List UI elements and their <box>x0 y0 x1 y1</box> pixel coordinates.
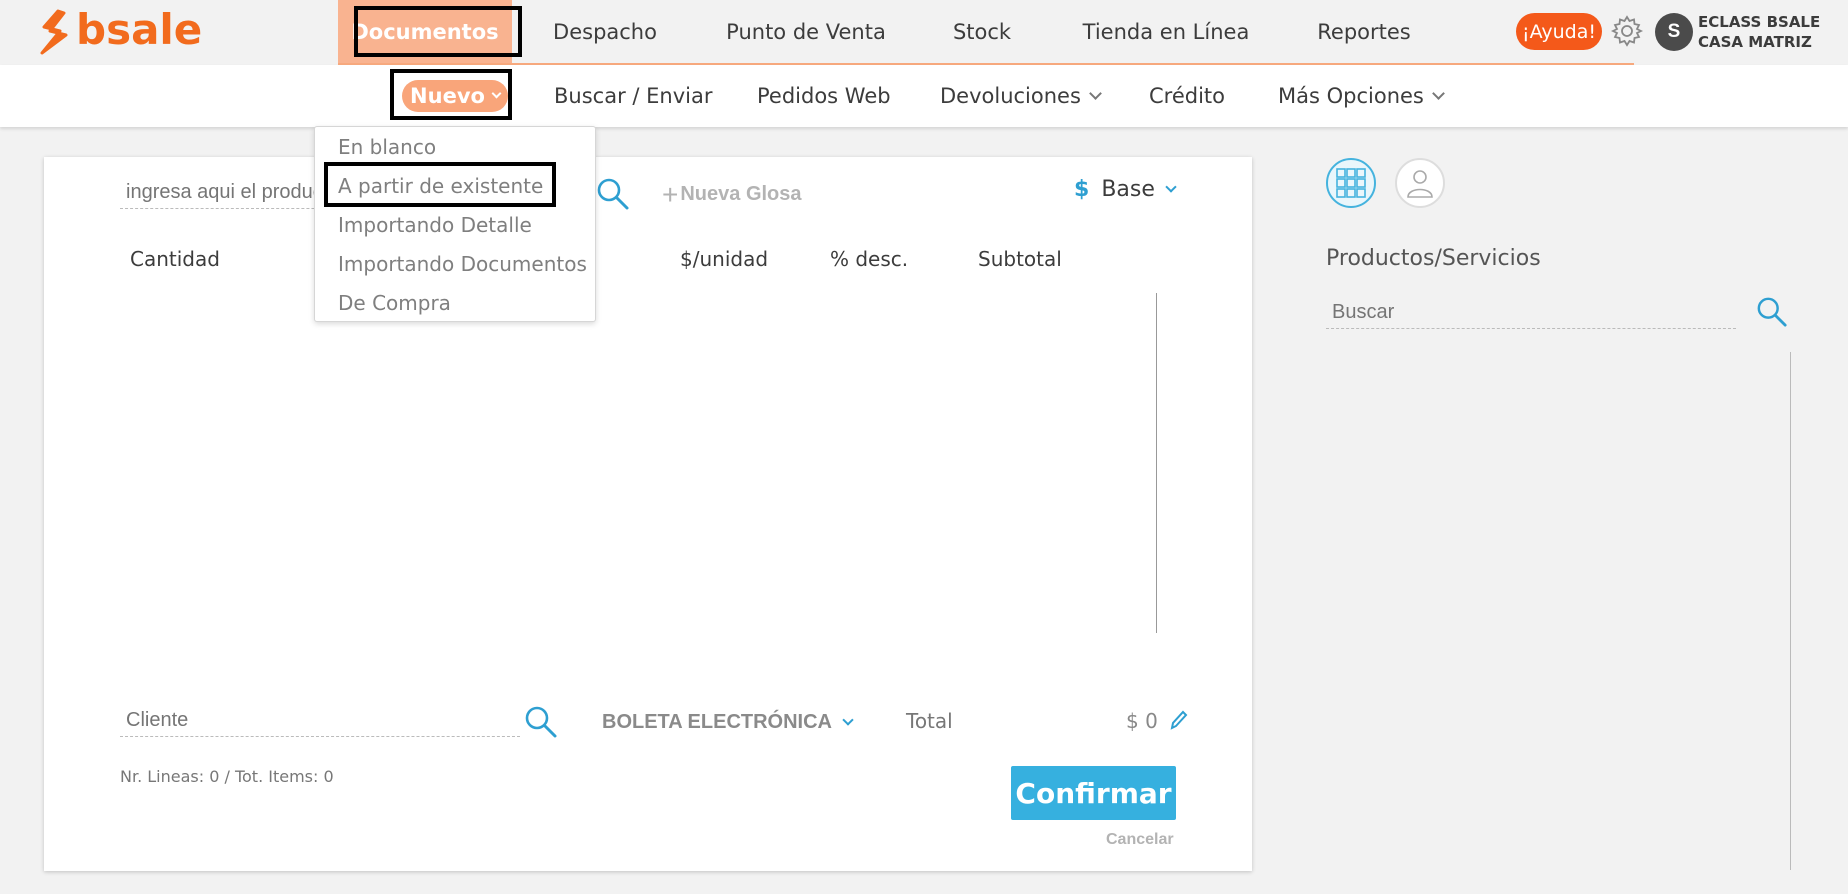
pencil-icon[interactable] <box>1168 709 1188 731</box>
total-label: Total <box>906 709 953 733</box>
column-discount: % desc. <box>830 247 909 271</box>
nuevo-label: Nuevo <box>410 84 485 108</box>
document-type-label: BOLETA ELECTRÓNICA <box>602 711 832 733</box>
subnav-buscar-enviar[interactable]: Buscar / Enviar <box>554 65 712 127</box>
column-subtotal: Subtotal <box>978 247 1062 271</box>
document-panel: + Nueva Glosa $ Base Cantidad $/unidad %… <box>44 157 1252 871</box>
menu-item-a-partir-de-existente[interactable]: A partir de existente <box>338 174 543 198</box>
avatar[interactable]: S <box>1655 13 1693 51</box>
currency-select[interactable]: $ Base <box>1074 177 1177 202</box>
search-icon[interactable] <box>1756 296 1788 328</box>
menu-item-importando-documentos[interactable]: Importando Documentos <box>338 252 587 276</box>
client-search-input[interactable] <box>120 705 520 737</box>
user-icon <box>1407 170 1433 198</box>
bsale-logo[interactable]: bsale <box>38 4 203 56</box>
currency-value: Base <box>1101 177 1155 202</box>
product-catalog-search-input[interactable] <box>1326 297 1736 329</box>
search-icon[interactable] <box>524 705 558 739</box>
subnav-mas-opciones-label: Más Opciones <box>1278 84 1424 108</box>
products-services-title: Productos/Servicios <box>1326 246 1541 271</box>
nav-stock[interactable]: Stock <box>914 0 1050 63</box>
top-bar: bsale Documentos Despacho Punto de Venta… <box>0 0 1848 65</box>
menu-item-importando-detalle[interactable]: Importando Detalle <box>338 213 532 237</box>
grid-view-button[interactable] <box>1326 158 1376 208</box>
total-value: $ 0 <box>1126 709 1158 733</box>
chevron-down-icon <box>1432 86 1445 100</box>
brand-name: bsale <box>76 4 203 54</box>
menu-item-en-blanco[interactable]: En blanco <box>338 135 436 159</box>
subnav-pedidos-web[interactable]: Pedidos Web <box>757 65 891 127</box>
account-info[interactable]: ECLASS BSALE CASA MATRIZ <box>1698 12 1820 52</box>
bsale-logo-icon <box>40 9 68 55</box>
plus-icon: + <box>662 178 679 210</box>
sub-nav: Nuevo Buscar / Enviar Pedidos Web Devolu… <box>0 65 1848 127</box>
menu-item-de-compra[interactable]: De Compra <box>338 291 451 315</box>
chevron-down-icon <box>842 713 854 726</box>
subnav-devoluciones[interactable]: Devoluciones <box>940 65 1102 127</box>
new-glosa-button[interactable]: + Nueva Glosa <box>662 178 802 210</box>
account-branch: CASA MATRIZ <box>1698 33 1812 51</box>
nav-punto-de-venta[interactable]: Punto de Venta <box>698 0 914 63</box>
main-nav: Documentos Despacho Punto de Venta Stock… <box>338 0 1634 65</box>
subnav-mas-opciones[interactable]: Más Opciones <box>1278 65 1445 127</box>
cancel-link[interactable]: Cancelar <box>1106 831 1174 849</box>
confirm-button[interactable]: Confirmar <box>1011 766 1176 820</box>
gear-icon[interactable] <box>1610 14 1644 48</box>
account-company: ECLASS BSALE <box>1698 13 1821 31</box>
chevron-down-icon <box>1165 180 1177 193</box>
nav-despacho[interactable]: Despacho <box>512 0 698 63</box>
client-view-button[interactable] <box>1395 158 1445 208</box>
column-unit-price: $/unidad <box>680 247 769 271</box>
grid-icon <box>1336 168 1366 198</box>
catalog-scroll-divider <box>1790 352 1791 870</box>
nav-reportes[interactable]: Reportes <box>1282 0 1446 63</box>
document-type-select[interactable]: BOLETA ELECTRÓNICA <box>602 711 854 734</box>
nuevo-dropdown-menu: En blanco A partir de existente Importan… <box>314 126 596 322</box>
currency-symbol: $ <box>1074 177 1090 202</box>
chevron-down-icon <box>491 88 502 98</box>
subnav-credito[interactable]: Crédito <box>1149 65 1225 127</box>
lines-info: Nr. Lineas: 0 / Tot. Items: 0 <box>120 767 334 786</box>
new-glosa-label: Nueva Glosa <box>680 183 802 205</box>
scroll-divider <box>1156 293 1157 633</box>
help-button[interactable]: ¡Ayuda! <box>1516 13 1602 50</box>
chevron-down-icon <box>1089 86 1102 100</box>
nav-tienda-en-linea[interactable]: Tienda en Línea <box>1050 0 1282 63</box>
nuevo-button[interactable]: Nuevo <box>402 80 508 112</box>
column-cantidad: Cantidad <box>130 247 220 271</box>
subnav-devoluciones-label: Devoluciones <box>940 84 1081 108</box>
nav-documentos[interactable]: Documentos <box>338 0 512 63</box>
search-icon[interactable] <box>596 177 630 211</box>
